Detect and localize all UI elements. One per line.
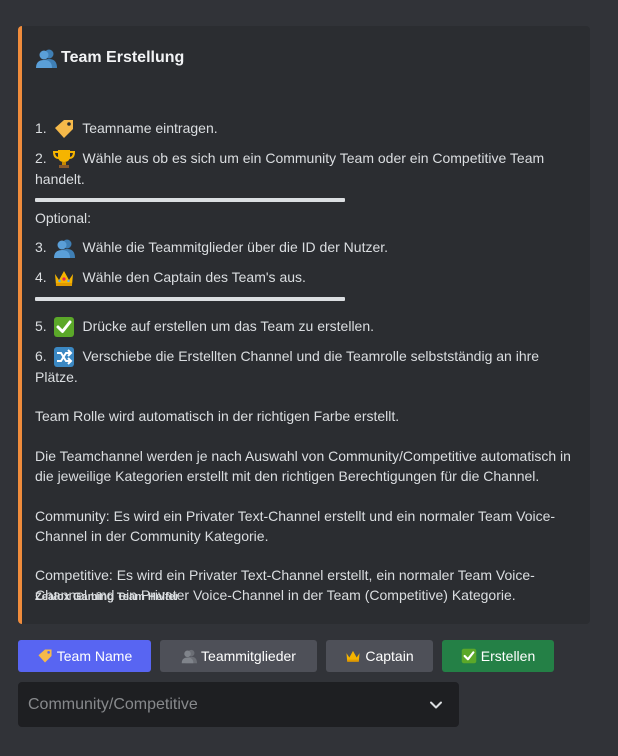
button-label: Teammitglieder <box>201 648 296 664</box>
horizontal-rule <box>35 198 345 202</box>
step-text: Teamname eintragen. <box>82 120 218 136</box>
step-number: 5. <box>35 318 47 334</box>
paragraph-team-channel: Die Teamchannel werden je nach Auswahl v… <box>35 448 571 484</box>
label-tag-icon <box>53 119 75 139</box>
embed-title: Team Erstellung <box>35 48 184 68</box>
step-2: 2. Wähle aus ob es sich um ein Community… <box>35 148 580 189</box>
button-label: Erstellen <box>480 648 536 664</box>
team-name-button[interactable]: Team Name <box>18 640 151 672</box>
busts-in-silhouette-icon <box>181 648 198 664</box>
embed-title-text: Team Erstellung <box>61 49 185 66</box>
busts-in-silhouette-icon <box>53 238 75 259</box>
optional-label: Optional: <box>35 210 92 226</box>
step-5: 5. Drücke auf erstellen um das Team zu e… <box>35 316 580 338</box>
busts-in-silhouette-icon <box>35 48 57 68</box>
embed-footer: Zealox Gaming Team Helfer <box>35 591 180 603</box>
step-6: 6. Verschiebe die Erstellten Channel und… <box>35 346 580 387</box>
step-3: 3. Wähle die Teammitglieder über die ID … <box>35 237 580 259</box>
step-text: Drücke auf erstellen um das Team zu erst… <box>82 318 375 334</box>
step-text: Wähle den Captain des Team's aus. <box>82 269 306 285</box>
step-4: 4. Wähle den Captain des Team's aus. <box>35 267 580 288</box>
step-number: 4. <box>35 269 47 285</box>
check-mark-button-icon <box>461 648 477 664</box>
step-number: 6. <box>35 348 47 364</box>
community-competitive-select[interactable]: Community/Competitive <box>18 682 459 727</box>
crown-icon <box>53 268 75 288</box>
step-1: 1. Teamname eintragen. <box>35 118 580 139</box>
label-tag-icon <box>37 648 53 664</box>
check-mark-button-icon <box>53 317 75 338</box>
shuffle-icon <box>53 347 75 368</box>
select-placeholder: Community/Competitive <box>28 695 198 713</box>
step-number: 2. <box>35 150 47 166</box>
step-text: Verschiebe die Erstellten Channel und di… <box>35 348 540 386</box>
button-label: Captain <box>365 648 414 664</box>
button-label: Team Name <box>56 648 133 664</box>
chevron-down-icon <box>428 697 444 718</box>
embed-card: Team Erstellung 1. Teamname eintragen. 2… <box>18 26 590 624</box>
paragraph-community: Community: Es wird ein Privater Text-Cha… <box>35 508 556 544</box>
step-number: 1. <box>35 120 47 136</box>
paragraph-team-role: Team Rolle wird automatisch in der richt… <box>35 408 400 424</box>
captain-button[interactable]: Captain <box>326 640 433 672</box>
step-text: Wähle die Teammitglieder über die ID der… <box>82 239 389 255</box>
erstellen-button[interactable]: Erstellen <box>442 640 554 672</box>
trophy-icon <box>52 149 75 169</box>
crown-icon <box>345 648 361 664</box>
step-text: Wähle aus ob es sich um ein Community Te… <box>35 150 545 188</box>
teammitglieder-button[interactable]: Teammitglieder <box>160 640 317 672</box>
step-number: 3. <box>35 239 47 255</box>
horizontal-rule <box>35 297 345 301</box>
